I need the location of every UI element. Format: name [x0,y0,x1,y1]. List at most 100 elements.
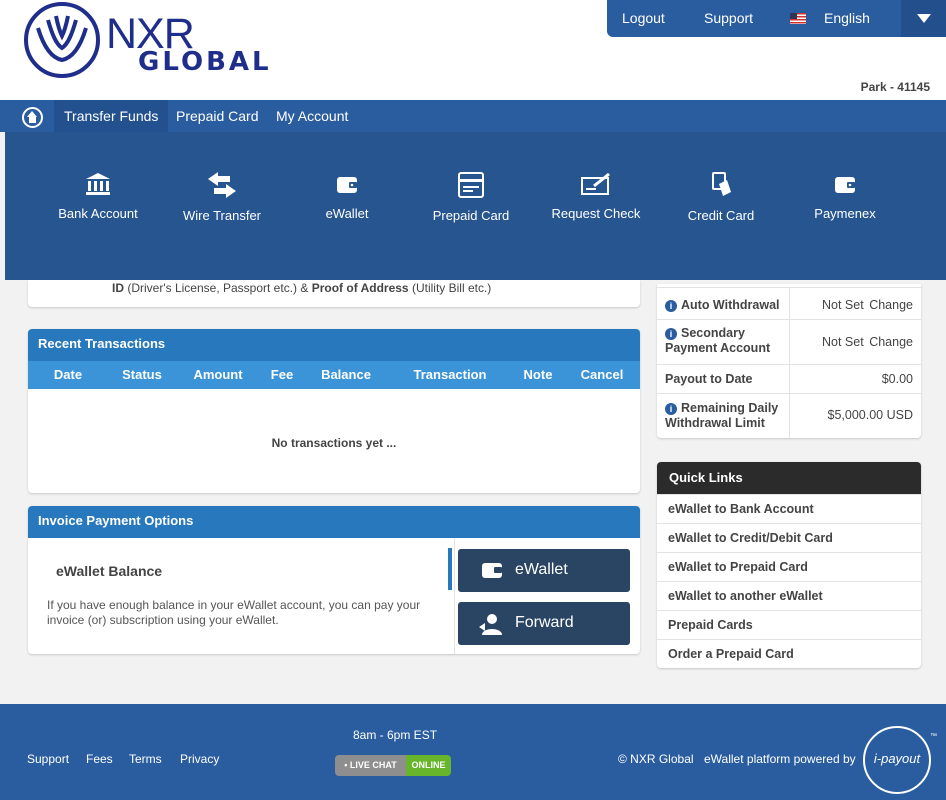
menu-label: Request Check [551,206,641,221]
user-forward-icon [479,614,502,635]
cell-divider [789,288,790,319]
auto-withdrawal-text: Auto Withdrawal [681,298,780,312]
main-nav: Transfer Funds Prepaid Card My Account [0,100,946,132]
menu-label: Wire Transfer [182,208,261,223]
auto-withdrawal-row: i Auto Withdrawal Not Set Change [657,287,921,319]
menu-label: Paymenex [814,206,876,221]
user-id: Park - 41145 [860,80,930,94]
nav-my-account[interactable]: My Account [266,100,358,132]
nav-transfer-funds[interactable]: Transfer Funds [54,100,169,132]
col-status[interactable]: Status [108,361,176,389]
bank-icon [86,173,110,195]
daily-limit-text: Remaining Daily Withdrawal Limit [665,401,779,430]
quick-link-ewallet-to-bank[interactable]: eWallet to Bank Account [657,494,921,523]
header: NXR GLOBAL Logout Support English Park -… [0,0,946,100]
col-balance[interactable]: Balance [304,361,388,389]
col-date[interactable]: Date [28,361,108,389]
cell-divider [789,320,790,364]
card-icon [458,172,484,198]
footer-support-link[interactable]: Support [27,752,69,766]
quick-link-ewallet-to-card[interactable]: eWallet to Credit/Debit Card [657,523,921,552]
support-link[interactable]: Support [704,10,753,26]
ipayout-logo[interactable]: i-payout ™ [863,726,937,794]
menu-credit-card[interactable]: Credit Card [656,172,786,223]
daily-limit-value: $5,000.00 USD [827,408,913,422]
col-cancel[interactable]: Cancel [564,361,640,389]
home-icon[interactable] [22,107,43,128]
cell-divider [789,365,790,393]
id-hint: (Driver's License, Passport etc.) & [127,281,309,295]
check-icon [581,172,610,195]
logo[interactable]: NXR GLOBAL [22,0,272,80]
info-icon[interactable]: i [665,300,677,312]
menu-ewallet[interactable]: eWallet [282,172,412,221]
proof-label: Proof of Address [311,281,409,295]
live-chat-button[interactable]: • LIVE CHAT ONLINE [335,755,451,776]
account-summary: i Auto Withdrawal Not Set Change i Seconda… [657,284,921,438]
footer-privacy-link[interactable]: Privacy [180,752,219,766]
wallet-icon [337,177,357,193]
payout-value: $0.00 [881,372,913,386]
payout-label: Payout to Date [665,372,753,386]
info-icon[interactable]: i [665,328,677,340]
logout-link[interactable]: Logout [622,10,665,26]
logo-text-bottom: GLOBAL [138,47,272,77]
forward-button-label: Forward [515,614,574,631]
quick-link-order-prepaid[interactable]: Order a Prepaid Card [657,639,921,668]
transactions-header: Date Status Amount Fee Balance Transacti… [28,361,640,389]
quick-links-card: Quick Links eWallet to Bank Account eWal… [657,462,921,668]
option-indicator [448,548,452,590]
menu-prepaid-card[interactable]: Prepaid Card [406,172,536,223]
col-transaction[interactable]: Transaction [388,361,512,389]
ewallet-button-label: eWallet [515,561,568,578]
footer-fees-link[interactable]: Fees [86,752,113,766]
menu-label: Credit Card [687,208,755,223]
live-chat-status: ONLINE [406,755,451,776]
menu-label: eWallet [325,206,369,221]
menu-wire-transfer[interactable]: Wire Transfer [157,172,287,223]
daily-limit-label: i Remaining Daily Withdrawal Limit [665,401,787,431]
cell-divider [789,394,790,438]
menu-label: Bank Account [58,206,138,221]
wallet-icon [482,563,502,578]
forward-button[interactable]: Forward [458,602,630,645]
partner-trademark: ™ [930,733,937,740]
language-dropdown-toggle[interactable] [901,0,946,37]
secondary-account-label: i Secondary Payment Account [665,326,783,356]
secondary-account-text: Secondary Payment Account [665,326,771,355]
footer: Support Fees Terms Privacy 8am - 6pm EST… [0,704,946,800]
recent-transactions-card: Recent Transactions Date Status Amount F… [28,329,640,493]
invoice-title: Invoice Payment Options [28,506,640,538]
arrows-icon [208,172,236,198]
ewallet-balance-title: eWallet Balance [56,563,163,579]
quick-link-prepaid-cards[interactable]: Prepaid Cards [657,610,921,639]
live-chat-label: • LIVE CHAT [335,755,406,776]
partner-name: i-payout [873,751,921,766]
language-selector[interactable]: English [824,10,870,26]
col-fee[interactable]: Fee [260,361,304,389]
menu-paymenex[interactable]: Paymenex [780,172,910,221]
col-amount[interactable]: Amount [176,361,260,389]
ewallet-pay-button[interactable]: eWallet [458,549,630,592]
col-note[interactable]: Note [512,361,564,389]
footer-terms-link[interactable]: Terms [129,752,162,766]
footer-powered-by: eWallet platform powered by [704,752,856,766]
auto-withdrawal-label: i Auto Withdrawal [665,298,780,312]
quick-links-title: Quick Links [657,462,921,494]
daily-limit-row: i Remaining Daily Withdrawal Limit $5,000… [657,393,921,438]
menu-request-check[interactable]: Request Check [531,172,661,221]
recent-transactions-title: Recent Transactions [28,329,640,361]
payout-row: Payout to Date $0.00 [657,364,921,393]
quick-link-ewallet-to-ewallet[interactable]: eWallet to another eWallet [657,581,921,610]
auto-withdrawal-value: Not Set [822,298,864,312]
secondary-account-change[interactable]: Change [869,335,913,349]
option-divider [454,538,455,654]
menu-label: Prepaid Card [432,208,510,223]
auto-withdrawal-change[interactable]: Change [869,298,913,312]
nav-prepaid-card[interactable]: Prepaid Card [166,100,269,132]
us-flag-icon [790,13,806,24]
quick-link-ewallet-to-prepaid[interactable]: eWallet to Prepaid Card [657,552,921,581]
menu-bank-account[interactable]: Bank Account [33,172,163,221]
wallet-icon [835,177,855,193]
info-icon[interactable]: i [665,403,677,415]
